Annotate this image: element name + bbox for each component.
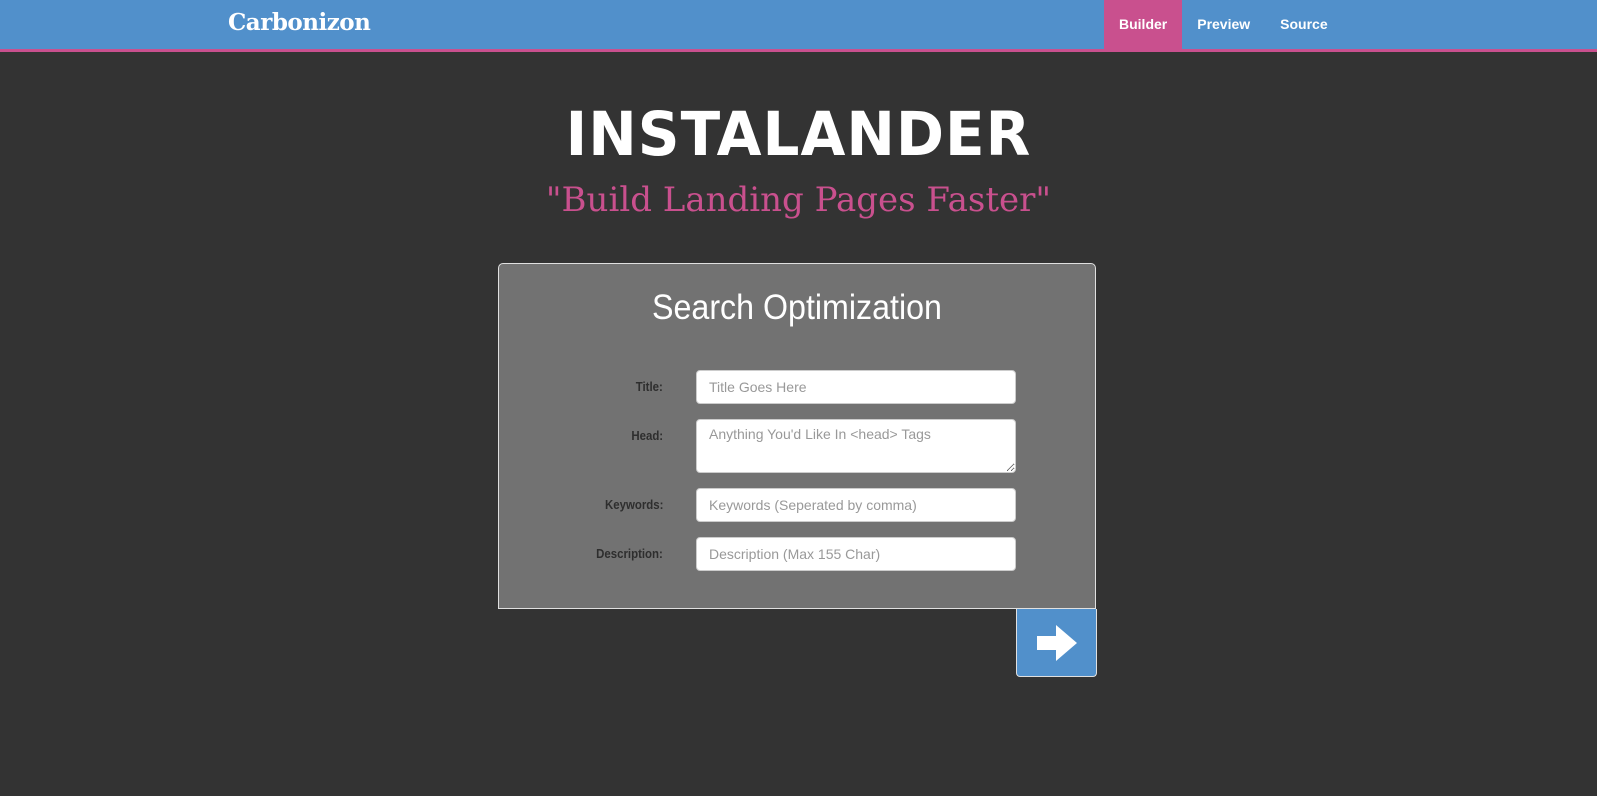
hero-subtitle: "Build Landing Pages Faster" xyxy=(545,180,1052,220)
title-label: Title: xyxy=(635,379,663,394)
nav-item-source[interactable]: Source xyxy=(1265,0,1342,49)
nav-item-preview[interactable]: Preview xyxy=(1182,0,1265,49)
arrow-right-icon xyxy=(1036,624,1077,661)
brand-logo[interactable]: Carbonizon xyxy=(228,9,371,36)
nav-menu: Builder Preview Source xyxy=(1104,0,1343,49)
panel-title: Search Optimization xyxy=(652,288,942,327)
description-label: Description: xyxy=(596,546,663,561)
nav-item-builder[interactable]: Builder xyxy=(1104,0,1183,49)
search-optimization-panel: Search Optimization Title: Head: Keyword… xyxy=(498,263,1096,609)
top-navbar: Carbonizon Builder Preview Source xyxy=(0,0,1597,52)
hero-title: INSTALANDER xyxy=(565,98,1032,170)
description-input[interactable] xyxy=(696,537,1016,571)
keywords-label: Keywords: xyxy=(604,497,663,512)
keywords-input[interactable] xyxy=(696,488,1016,522)
head-label: Head: xyxy=(631,428,663,443)
head-textarea[interactable] xyxy=(696,419,1016,473)
next-button[interactable] xyxy=(1016,609,1097,677)
title-input[interactable] xyxy=(696,370,1016,404)
